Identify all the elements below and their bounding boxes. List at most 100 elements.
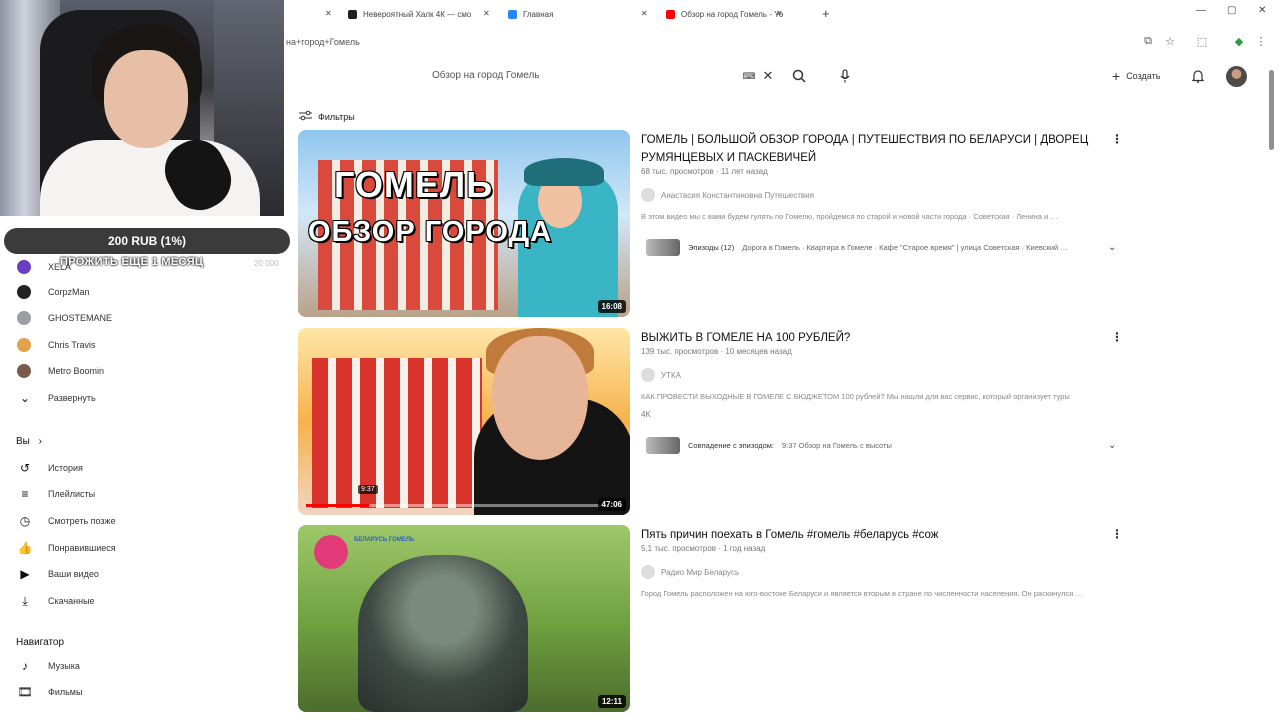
more-actions-icon[interactable]: ⋮ [1111,132,1123,146]
more-actions-icon[interactable]: ⋮ [1111,330,1123,344]
tab-hulk[interactable]: Невероятный Халк 4К — смо [348,6,471,22]
filters-button[interactable]: Фильтры [299,110,355,123]
channel-link[interactable]: УТКА [641,368,681,382]
chevron-down-icon[interactable]: ⌄ [1108,242,1116,253]
sidebar-item-watch-later[interactable]: ◷ Смотреть позже [0,508,284,534]
install-app-icon[interactable]: ⧉ [1141,35,1155,49]
thumbnail-building [312,358,482,508]
sidebar-item-downloads[interactable]: ⤓ Скачанные [0,588,284,614]
create-label: Создать [1126,71,1161,81]
close-window-icon[interactable]: ✕ [1258,5,1266,16]
tab-label: Главная [523,9,554,19]
thumbnail-lynx-statue [358,555,528,712]
sidebar-item-ghostemane[interactable]: GHOSTEMANE [0,305,284,331]
sidebar-item-label: Развернуть [48,393,96,403]
create-button[interactable]: + Создать [1112,68,1160,84]
video-result[interactable]: 9:37 47:06 ВЫЖИТЬ В ГОМЕЛЕ НА 100 РУБЛЕЙ… [298,328,1128,518]
keyboard-icon[interactable]: ⌨ [741,68,757,84]
channel-avatar [17,364,31,378]
minimize-icon[interactable]: — [1196,5,1206,16]
episode-match-row[interactable]: Совпадение с эпизодом: 9:37 Обзор на Гом… [646,437,892,454]
sidebar-item-label: Metro Boomin [48,366,105,376]
extension-icon[interactable]: ◆ [1232,35,1246,49]
url-text[interactable]: на+город+Гомель [286,37,360,47]
movies-icon: 🎞 [17,685,33,699]
avatar[interactable] [1226,66,1247,87]
microphone-icon[interactable] [837,68,853,84]
sidebar-item-liked[interactable]: 👍 Понравившиеся [0,535,284,561]
tab-youtube-active[interactable]: Обзор на город Гомель - Yo [666,6,783,22]
sidebar-item-label: Понравившиеся [48,543,116,553]
video-thumbnail[interactable]: БЕЛАРУСЬ ГОМЕЛЬ 12:11 [298,525,630,712]
donation-message: ПРОЖИТЬ ЕЩЕ 1 МЕСЯЦ [60,256,204,268]
match-label: Совпадение с эпизодом: [688,441,774,450]
sidebar-expand[interactable]: ⌄ Развернуть [0,385,284,411]
sidebar-section-you[interactable]: Вы › [16,436,42,447]
close-tab-icon[interactable]: ✕ [641,5,648,21]
video-meta: 139 тыс. просмотров · 10 месяцев назад [641,347,792,356]
video-thumbnail[interactable]: ГОМЕЛЬ ОБЗОР ГОРОДА 16:08 [298,130,630,317]
sidebar-item-corpzman[interactable]: CorpzMan [0,279,284,305]
restore-icon[interactable]: ▢ [1227,5,1236,16]
channel-name: Радио Мир Беларусь [661,567,740,577]
video-title[interactable]: ГОМЕЛЬ | БОЛЬШОЙ ОБЗОР ГОРОДА | ПУТЕШЕСТ… [641,131,1101,167]
sidebar-item-label: CorpzMan [48,287,90,297]
duration-badge: 47:06 [597,498,626,511]
new-tab-icon[interactable]: + [822,6,830,21]
video-title[interactable]: ВЫЖИТЬ В ГОМЕЛЕ НА 100 РУБЛЕЙ? [641,329,1101,347]
sidebar-item-label: Chris Travis [48,340,96,350]
address-bar[interactable]: на+город+Гомель ⧉ ☆ ⬚ ◆ ⋮ [284,30,1280,54]
page-scrollbar[interactable] [1269,70,1274,150]
sidebar-item-chris-travis[interactable]: Chris Travis [0,332,284,358]
clear-search-icon[interactable]: ✕ [760,68,776,84]
sidebar-item-metro-boomin[interactable]: Metro Boomin [0,358,284,384]
sidebar-item-movies[interactable]: 🎞 Фильмы [0,679,284,705]
sidebar-item-playlists[interactable]: ≡ Плейлисты [0,481,284,507]
thumbnail-tag: БЕЛАРУСЬ ГОМЕЛЬ [354,537,415,543]
duration-badge: 12:11 [597,695,626,708]
close-tab-icon[interactable]: ✕ [325,5,332,21]
sidebar-item-your-videos[interactable]: ▶ Ваши видео [0,561,284,587]
channel-link[interactable]: Анастасия Константиновна Путешествия [641,188,814,202]
episode-thumbnail [646,239,680,256]
channel-avatar [641,188,655,202]
search-input[interactable]: Обзор на город Гомель [432,70,540,81]
match-text: 9:37 Обзор на Гомель с высоты [782,441,892,450]
video-thumbnail[interactable]: 9:37 47:06 [298,328,630,515]
extensions-icon[interactable]: ⬚ [1195,35,1209,49]
video-result[interactable]: ГОМЕЛЬ ОБЗОР ГОРОДА 16:08 ГОМЕЛЬ | БОЛЬШ… [298,130,1128,320]
close-tab-icon[interactable]: ✕ [483,5,490,21]
donation-alert: 200 RUB (1%) [4,228,290,254]
chevron-down-icon[interactable]: ⌄ [1108,440,1116,451]
tab-vk-main[interactable]: Главная [508,6,553,22]
youtube-favicon-icon [666,9,675,19]
channel-link[interactable]: Радио Мир Беларусь [641,565,739,579]
plus-icon: + [1112,68,1121,84]
tab-favicon-icon [348,9,357,19]
history-icon: ↺ [19,461,31,475]
search-icon[interactable] [791,68,807,84]
more-actions-icon[interactable]: ⋮ [1111,527,1123,541]
video-result[interactable]: БЕЛАРУСЬ ГОМЕЛЬ 12:11 Пять причин поехат… [298,525,1128,715]
your-videos-icon: ▶ [20,567,30,581]
watch-later-icon: ◷ [19,514,31,528]
close-tab-icon[interactable]: ✕ [776,5,783,21]
video-meta: 5,1 тыс. просмотров · 1 год назад [641,544,766,553]
notifications-bell-icon[interactable] [1190,68,1206,84]
sidebar-item-label: GHOSTEMANE [48,313,113,323]
browser-menu-icon[interactable]: ⋮ [1254,35,1268,49]
sidebar-item-history[interactable]: ↺ История [0,455,284,481]
episodes-list: Дорога в Гомель · Квартира в Гомеле · Ка… [742,243,1068,252]
channel-avatar [641,565,655,579]
video-description: Город Гомель расположен на юго-востоке Б… [641,589,1083,598]
sidebar-section-navigator: Навигатор [16,637,65,648]
sidebar-item-label: История [48,463,83,473]
bookmark-star-icon[interactable]: ☆ [1163,35,1177,49]
chevron-down-icon: ⌄ [19,391,31,405]
playlists-icon: ≡ [21,487,29,501]
video-title[interactable]: Пять причин поехать в Гомель #гомель #бе… [641,526,1101,544]
episodes-row[interactable]: Эпизоды (12) Дорога в Гомель · Квартира … [646,239,1068,256]
channel-avatar [17,260,31,274]
sidebar-item-music[interactable]: ♪ Музыка [0,653,284,679]
progress-timestamp: 9:37 [358,485,378,494]
